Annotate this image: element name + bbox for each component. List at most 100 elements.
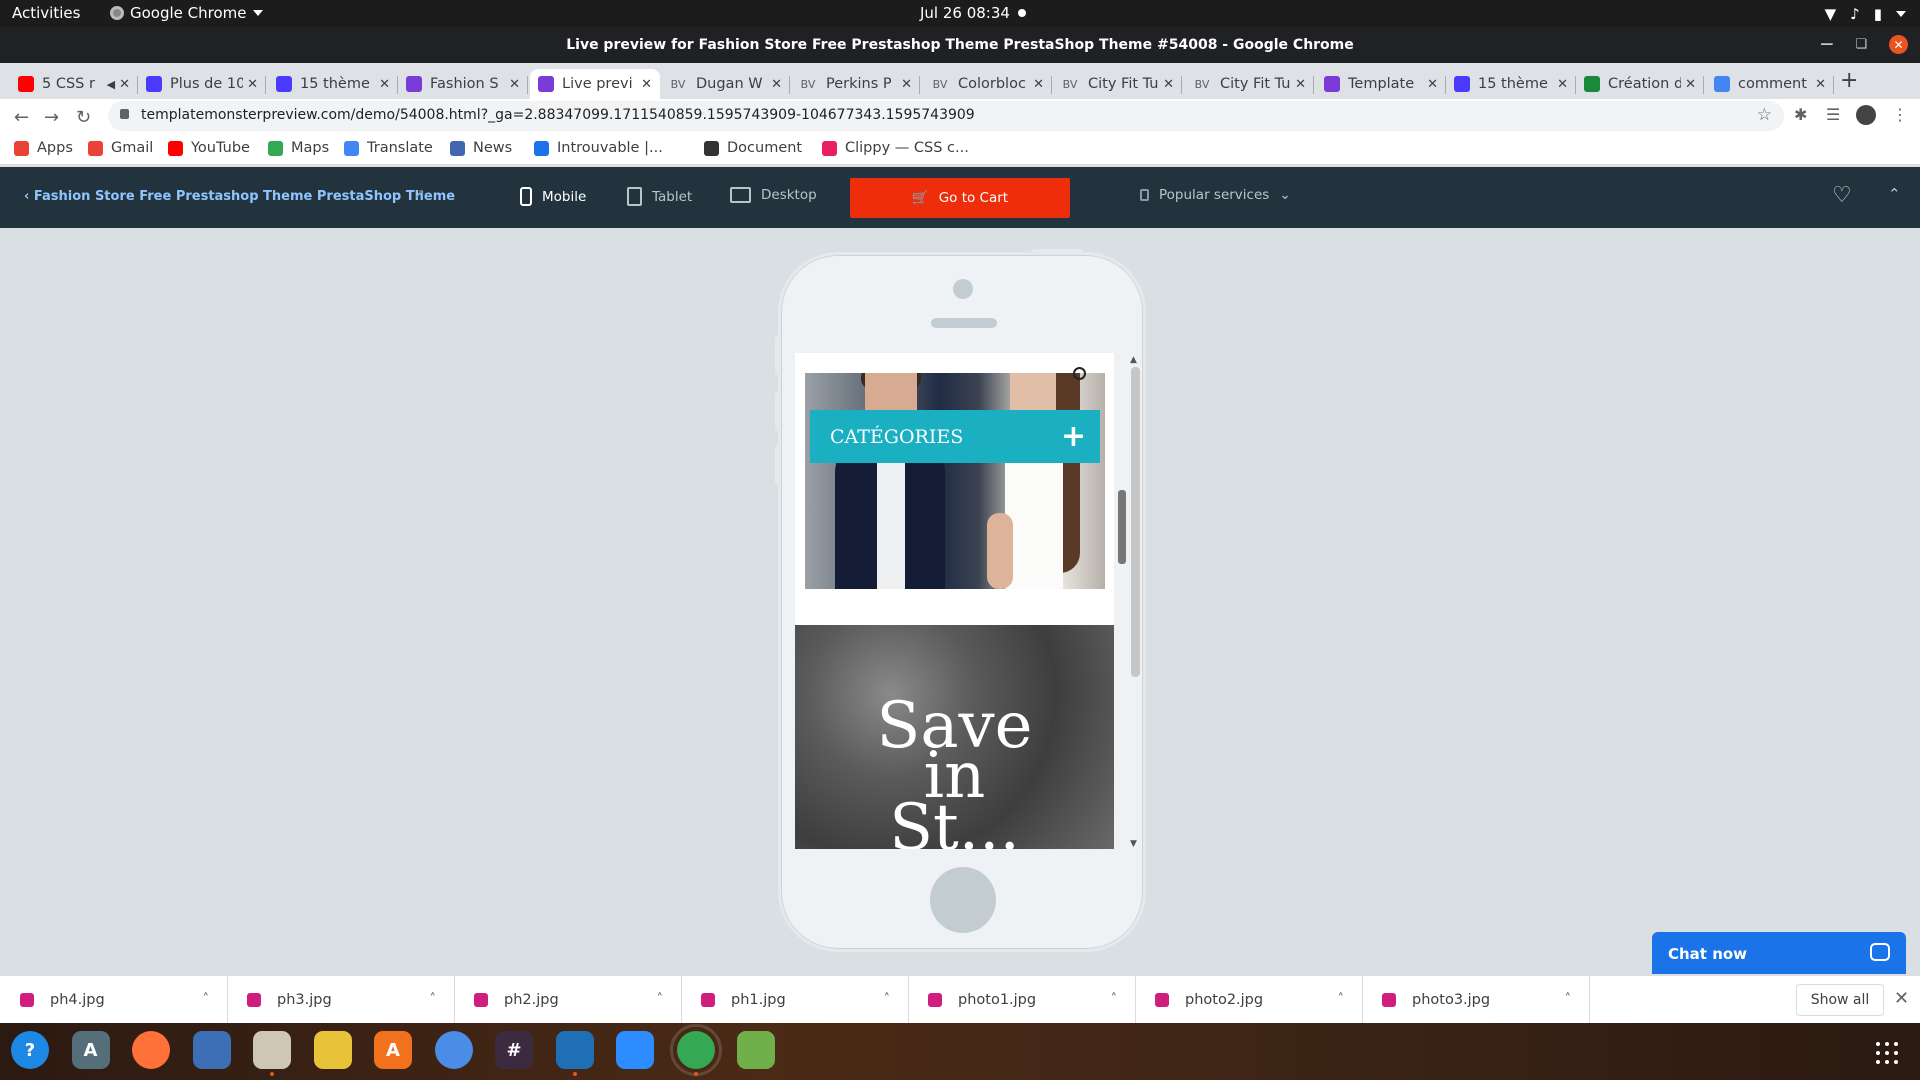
chevron-up-icon[interactable]: ˄ bbox=[1111, 992, 1118, 1007]
menu-kebab-icon[interactable]: ⋮ bbox=[1892, 105, 1908, 124]
tab-6[interactable]: BV Dugan W ✕ bbox=[660, 69, 790, 99]
thunderbird-icon[interactable] bbox=[192, 1031, 231, 1069]
tab-close-icon[interactable]: ✕ bbox=[379, 77, 390, 92]
tab-2[interactable]: Plus de 10 ✕ bbox=[138, 69, 266, 99]
tab-12[interactable]: 15 thème ✕ bbox=[1446, 69, 1576, 99]
bookmark-8[interactable]: Document bbox=[704, 140, 802, 156]
help-icon[interactable]: ? bbox=[11, 1031, 49, 1069]
tab-7[interactable]: BV Perkins P ✕ bbox=[790, 69, 920, 99]
chevron-up-icon[interactable]: ˄ bbox=[1338, 992, 1345, 1007]
address-bar[interactable]: templatemonsterpreview.com/demo/54008.ht… bbox=[108, 101, 1784, 131]
categories-toggle[interactable]: CATÉGORIES + bbox=[810, 410, 1100, 463]
bookmark-1[interactable]: Apps bbox=[14, 140, 73, 156]
tab-1[interactable]: 5 CSS r ◀ ✕ bbox=[10, 69, 138, 99]
app-menu[interactable]: Google Chrome bbox=[110, 4, 263, 22]
show-all-button[interactable]: Show all bbox=[1796, 984, 1884, 1016]
zoom-icon[interactable] bbox=[616, 1031, 654, 1069]
device-mobile-button[interactable]: Mobile bbox=[520, 187, 586, 206]
scroll-down-icon[interactable]: ▼ bbox=[1130, 839, 1137, 849]
speaker-mute-icon[interactable]: ◀ bbox=[107, 78, 115, 91]
promo-banner[interactable]: Save in St... bbox=[795, 625, 1114, 849]
mobile-preview-screen[interactable]: Rechercher CATÉGORIES + Save in St... bbox=[795, 353, 1114, 849]
page-scroll-thumb[interactable] bbox=[1118, 490, 1126, 564]
download-item[interactable]: photo2.jpg ˄ bbox=[1135, 976, 1363, 1024]
close-icon[interactable]: ✕ bbox=[1894, 988, 1909, 1009]
tab-3[interactable]: 15 thème ✕ bbox=[268, 69, 398, 99]
forward-arrow-icon[interactable]: → bbox=[44, 107, 59, 128]
rhythmbox-icon[interactable] bbox=[313, 1031, 352, 1069]
firefox-icon[interactable] bbox=[132, 1031, 170, 1069]
vscode-icon[interactable] bbox=[555, 1031, 594, 1076]
tab-close-icon[interactable]: ✕ bbox=[247, 77, 258, 92]
device-tablet-button[interactable]: Tablet bbox=[627, 187, 692, 206]
tab-14[interactable]: comment ✕ bbox=[1706, 69, 1834, 99]
tab-close-icon[interactable]: ✕ bbox=[1557, 77, 1568, 92]
download-item[interactable]: ph4.jpg ˄ bbox=[0, 976, 228, 1024]
bookmark-star-icon[interactable]: ☆ bbox=[1757, 105, 1772, 125]
chevron-up-icon[interactable]: ˄ bbox=[657, 992, 664, 1007]
tab-9[interactable]: BV City Fit Tu ✕ bbox=[1052, 69, 1182, 99]
chat-now-button[interactable]: Chat now bbox=[1652, 932, 1906, 974]
external-link-icon[interactable]: ↗ bbox=[414, 187, 425, 202]
download-item[interactable]: photo3.jpg ˄ bbox=[1362, 976, 1590, 1024]
preview-scrollbar[interactable]: ▲ ▼ bbox=[1128, 355, 1141, 853]
software-icon[interactable]: A bbox=[374, 1031, 412, 1069]
tab-close-icon[interactable]: ✕ bbox=[1427, 77, 1438, 92]
download-item[interactable]: ph2.jpg ˄ bbox=[454, 976, 682, 1024]
profile-avatar[interactable] bbox=[1856, 105, 1876, 125]
tab-close-icon[interactable]: ✕ bbox=[1033, 77, 1044, 92]
tab-close-icon[interactable]: ✕ bbox=[119, 77, 130, 92]
chromium-icon[interactable] bbox=[434, 1031, 473, 1069]
tab-4[interactable]: Fashion S ✕ bbox=[398, 69, 528, 99]
tab-8[interactable]: BV Colorbloc ✕ bbox=[922, 69, 1052, 99]
maximize-icon[interactable]: ❏ bbox=[1855, 37, 1867, 52]
scroll-up-icon[interactable]: ▲ bbox=[1130, 355, 1137, 365]
tab-11[interactable]: Template ✕ bbox=[1316, 69, 1446, 99]
activities-button[interactable]: Activities bbox=[12, 4, 80, 22]
tab-10[interactable]: BV City Fit Tu ✕ bbox=[1184, 69, 1314, 99]
chrome-icon[interactable] bbox=[669, 1024, 722, 1076]
extensions-icon[interactable]: ✱ bbox=[1794, 105, 1807, 124]
clock[interactable]: Jul 26 08:34 bbox=[920, 4, 1026, 22]
chevron-up-icon[interactable]: ˄ bbox=[1565, 992, 1572, 1007]
slack-icon[interactable]: # bbox=[495, 1031, 533, 1069]
tab-close-icon[interactable]: ✕ bbox=[1685, 77, 1696, 92]
tab-close-icon[interactable]: ✕ bbox=[771, 77, 782, 92]
download-item[interactable]: ph1.jpg ˄ bbox=[681, 976, 909, 1024]
bookmark-7[interactable]: Introuvable |... bbox=[534, 140, 663, 156]
show-apps-grid-icon[interactable] bbox=[1876, 1042, 1898, 1064]
new-tab-icon[interactable]: + bbox=[1840, 68, 1858, 93]
heart-icon[interactable]: ♡ bbox=[1832, 183, 1852, 208]
tab-close-icon[interactable]: ✕ bbox=[1163, 77, 1174, 92]
popular-services-dropdown[interactable]: Popular services ⌄ bbox=[1140, 187, 1291, 203]
bookmark-5[interactable]: Translate bbox=[344, 140, 433, 156]
bookmark-9[interactable]: Clippy — CSS c... bbox=[822, 140, 969, 156]
chevron-up-icon[interactable]: ⌃ bbox=[1888, 185, 1901, 203]
tab-close-icon[interactable]: ✕ bbox=[509, 77, 520, 92]
system-menu[interactable]: ▼ ♪ ▮ bbox=[1825, 5, 1906, 23]
bookmark-6[interactable]: News bbox=[450, 140, 512, 156]
paint-icon[interactable] bbox=[737, 1031, 775, 1069]
tab-close-icon[interactable]: ✕ bbox=[1815, 77, 1826, 92]
bookmark-2[interactable]: Gmail bbox=[88, 140, 153, 156]
close-window-icon[interactable]: ✕ bbox=[1889, 35, 1908, 54]
bookmark-3[interactable]: YouTube bbox=[168, 140, 250, 156]
bookmark-4[interactable]: Maps bbox=[268, 140, 329, 156]
files-icon[interactable] bbox=[253, 1031, 291, 1076]
tab-close-icon[interactable]: ✕ bbox=[901, 77, 912, 92]
chevron-up-icon[interactable]: ˄ bbox=[430, 992, 437, 1007]
tab-close-icon[interactable]: ✕ bbox=[1295, 77, 1306, 92]
back-arrow-icon[interactable]: ← bbox=[14, 107, 29, 128]
reload-icon[interactable]: ↻ bbox=[76, 107, 91, 128]
search-icon[interactable] bbox=[1073, 367, 1086, 380]
download-item[interactable]: photo1.jpg ˄ bbox=[908, 976, 1136, 1024]
chevron-up-icon[interactable]: ˄ bbox=[203, 992, 210, 1007]
scrollbar-thumb[interactable] bbox=[1131, 367, 1140, 677]
download-item[interactable]: ph3.jpg ˄ bbox=[227, 976, 455, 1024]
device-desktop-button[interactable]: Desktop bbox=[730, 187, 817, 203]
chevron-up-icon[interactable]: ˄ bbox=[884, 992, 891, 1007]
minimize-icon[interactable]: — bbox=[1820, 37, 1833, 52]
go-to-cart-button[interactable]: 🛒 Go to Cart bbox=[850, 178, 1070, 218]
tab-13[interactable]: Création d ✕ bbox=[1576, 69, 1704, 99]
theme-back-link[interactable]: ‹ Fashion Store Free Prestashop Theme Pr… bbox=[24, 189, 455, 204]
